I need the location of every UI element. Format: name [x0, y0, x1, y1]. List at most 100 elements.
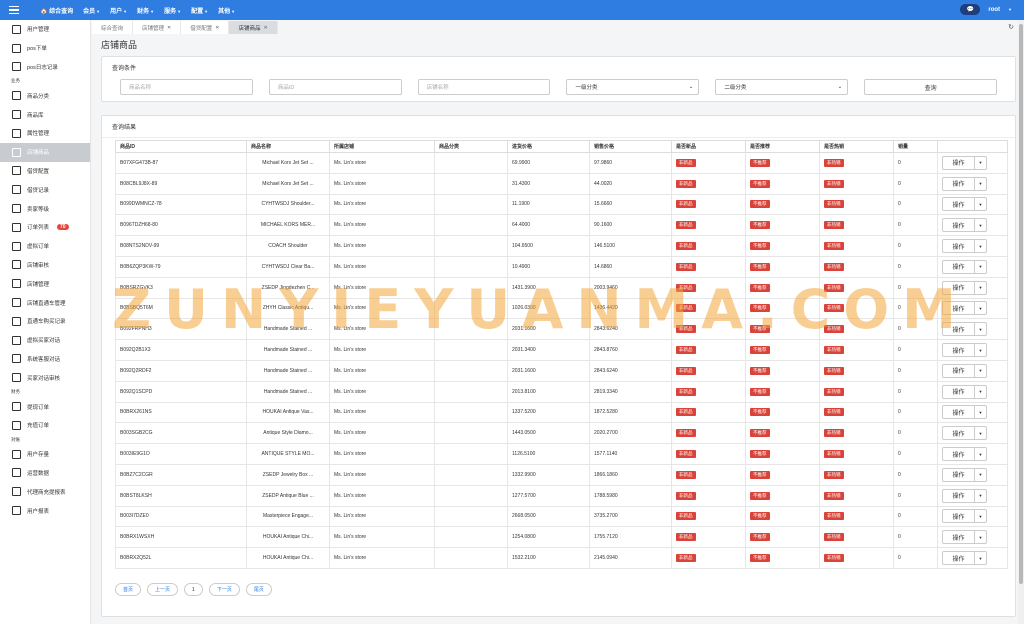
action-button[interactable]: 操作 — [942, 218, 975, 233]
caret-down-icon[interactable]: ▼ — [975, 509, 987, 524]
caret-down-icon[interactable]: ▼ — [975, 363, 987, 378]
caret-down-icon[interactable]: ▼ — [975, 551, 987, 566]
top-nav-item[interactable]: 配置▼ — [191, 6, 208, 15]
caret-down-icon[interactable]: ▼ — [975, 218, 987, 233]
action-button[interactable]: 操作 — [942, 343, 975, 358]
caret-down-icon[interactable]: ▼ — [975, 467, 987, 482]
sidebar-item[interactable]: 虚拟买家对话 — [0, 331, 90, 350]
sidebar-item[interactable]: pos下单 — [0, 39, 90, 58]
sidebar-item[interactable]: 店铺商品 — [0, 142, 90, 162]
refresh-icon[interactable]: ↻ — [1008, 23, 1014, 31]
sidebar-item[interactable]: 借贷配置 — [0, 162, 90, 181]
caret-down-icon[interactable]: ▼ — [975, 239, 987, 254]
caret-down-icon[interactable]: ▼ — [975, 155, 987, 170]
caret-down-icon[interactable]: ▼ — [975, 530, 987, 545]
caret-down-icon[interactable]: ▼ — [975, 259, 987, 274]
sidebar-item[interactable]: 用户管理 — [0, 20, 90, 39]
action-button[interactable]: 操作 — [942, 259, 975, 274]
caret-down-icon[interactable]: ▼ — [975, 426, 987, 441]
sidebar-item[interactable]: 商品库 — [0, 105, 90, 124]
close-icon[interactable]: ✕ — [215, 25, 219, 31]
category2-select[interactable]: 二级分类 ⌄ — [715, 79, 849, 95]
caret-down-icon[interactable]: ▼ — [975, 176, 987, 191]
action-button[interactable]: 操作 — [942, 301, 975, 316]
sidebar-item[interactable]: 店铺管理 — [0, 274, 90, 293]
next-page-button[interactable]: 下一页 — [208, 583, 240, 596]
sidebar-item[interactable]: 借贷记录 — [0, 180, 90, 199]
sidebar-item[interactable]: 买家对话审核 — [0, 368, 90, 387]
product-name-input[interactable]: 商品名称 — [120, 79, 253, 95]
menu-toggle-icon[interactable] — [0, 0, 28, 20]
top-nav-item[interactable]: 服务▼ — [164, 6, 181, 15]
new-status-badge: 非新品 — [676, 262, 696, 271]
top-nav-item[interactable]: 财务▼ — [137, 6, 154, 15]
last-page-button[interactable]: 尾页 — [245, 583, 272, 596]
action-button[interactable]: 操作 — [942, 384, 975, 399]
status-cell: 非热销 — [819, 193, 894, 216]
sidebar-item[interactable]: 代理商充提报表 — [0, 482, 90, 501]
sidebar-item[interactable]: 系统客服对话 — [0, 350, 90, 369]
sidebar-item[interactable]: 商品分类 — [0, 86, 90, 105]
action-button[interactable]: 操作 — [942, 176, 975, 191]
first-page-button[interactable]: 首页 — [115, 583, 142, 596]
sidebar-item[interactable]: 直通车购买记录 — [0, 312, 90, 331]
caret-down-icon[interactable]: ▼ — [975, 322, 987, 337]
action-button[interactable]: 操作 — [942, 447, 975, 462]
top-nav-item[interactable]: 会员▼ — [83, 6, 100, 15]
product-id-input[interactable]: 商品ID — [268, 79, 402, 95]
action-button[interactable]: 操作 — [942, 280, 975, 295]
action-button[interactable]: 操作 — [942, 155, 975, 170]
action-button[interactable]: 操作 — [942, 197, 975, 212]
current-page-button[interactable]: 1 — [184, 583, 203, 596]
sidebar-item[interactable]: 虚拟订单 — [0, 237, 90, 256]
close-icon[interactable]: ✕ — [263, 25, 267, 31]
recommend-status-badge: 不推荐 — [750, 200, 770, 209]
sidebar-item[interactable]: 充值订单 — [0, 416, 90, 435]
actions-cell: 操作 ▼ — [937, 505, 1008, 528]
sidebar-item[interactable]: pos日志记录 — [0, 58, 90, 77]
tab[interactable]: 店铺管理 ✕ — [133, 21, 182, 34]
action-button[interactable]: 操作 — [942, 530, 975, 545]
action-button[interactable]: 操作 — [942, 509, 975, 524]
caret-down-icon[interactable]: ▼ — [975, 280, 987, 295]
tab[interactable]: 综合查询 — [92, 21, 134, 34]
sidebar-item[interactable]: 用户存量 — [0, 445, 90, 464]
sidebar-item[interactable]: 订单列表 70 — [0, 218, 90, 237]
sidebar-item[interactable]: 卖家等级 — [0, 199, 90, 218]
prev-page-button[interactable]: 上一页 — [147, 583, 179, 596]
action-button[interactable]: 操作 — [942, 467, 975, 482]
caret-down-icon[interactable]: ▼ — [975, 405, 987, 420]
action-button[interactable]: 操作 — [942, 363, 975, 378]
action-button[interactable]: 操作 — [942, 239, 975, 254]
scrollbar-thumb[interactable] — [1019, 24, 1023, 584]
sidebar-item[interactable]: 用户报表 — [0, 501, 90, 520]
caret-down-icon[interactable]: ▼ — [975, 447, 987, 462]
top-nav-item[interactable]: 其他▼ — [218, 6, 235, 15]
sidebar-item[interactable]: 属性管理 — [0, 124, 90, 143]
close-icon[interactable]: ✕ — [167, 25, 171, 31]
action-button[interactable]: 操作 — [942, 551, 975, 566]
caret-down-icon[interactable]: ▼ — [975, 384, 987, 399]
username[interactable]: root — [988, 7, 1000, 13]
sidebar-item[interactable]: 店铺审核 — [0, 256, 90, 275]
caret-down-icon[interactable]: ▼ — [975, 343, 987, 358]
tab[interactable]: 借贷配置 ✕ — [181, 21, 230, 34]
caret-down-icon[interactable]: ▼ — [975, 488, 987, 503]
top-nav-item[interactable]: 用户▼ — [110, 6, 127, 15]
action-button[interactable]: 操作 — [942, 426, 975, 441]
caret-down-icon[interactable]: ▼ — [1008, 7, 1012, 12]
action-button[interactable]: 操作 — [942, 322, 975, 337]
store-name-input[interactable]: 店铺名称 — [417, 79, 551, 95]
top-nav-home[interactable]: 🏠 综合查询 — [40, 6, 73, 15]
action-button[interactable]: 操作 — [942, 488, 975, 503]
sidebar-item[interactable]: 提现订单 — [0, 397, 90, 416]
chat-icon[interactable]: 💬 — [960, 4, 981, 15]
sidebar-item[interactable]: 店铺直通车管理 — [0, 293, 90, 312]
action-button[interactable]: 操作 — [942, 405, 975, 420]
category1-select[interactable]: 一级分类 ⌄ — [566, 79, 700, 95]
caret-down-icon[interactable]: ▼ — [975, 197, 987, 212]
caret-down-icon[interactable]: ▼ — [975, 301, 987, 316]
search-button[interactable]: 查询 — [864, 79, 997, 95]
sidebar-item[interactable]: 运营数据 — [0, 464, 90, 483]
tab[interactable]: 店铺商品 ✕ — [229, 21, 278, 34]
